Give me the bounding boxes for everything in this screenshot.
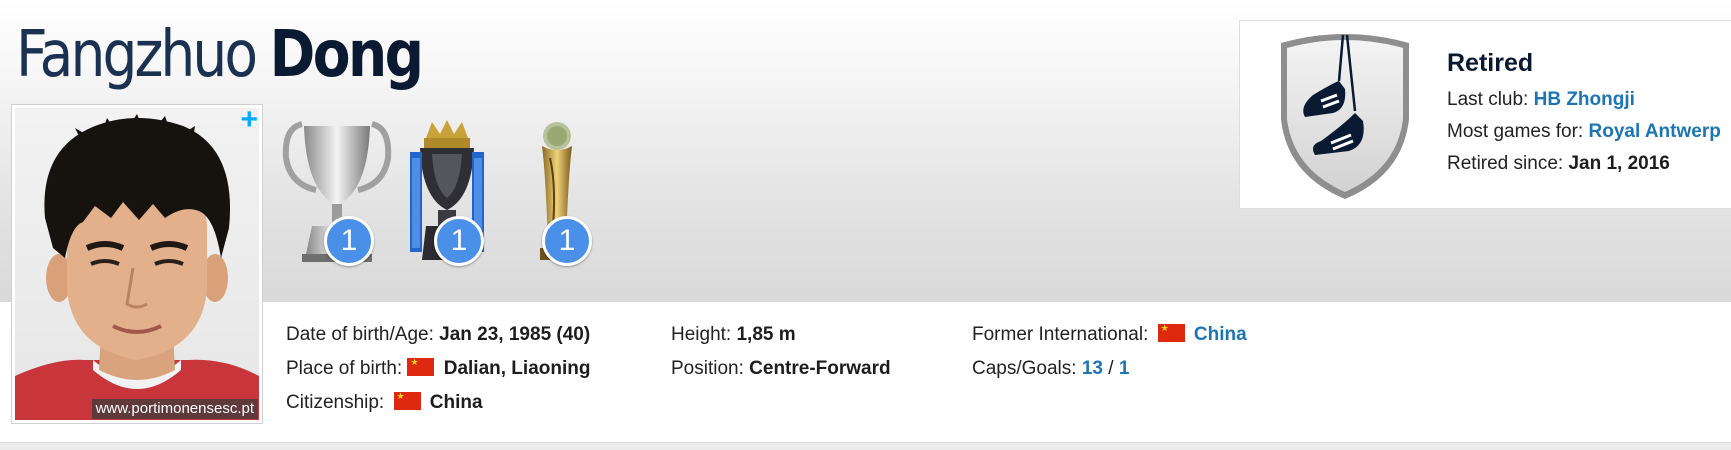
most-games-label: Most games for: xyxy=(1447,121,1584,142)
info-column-international: Former International: China Caps/Goals: … xyxy=(972,318,1247,386)
china-flag-icon xyxy=(393,390,421,410)
bottom-bar xyxy=(0,443,1731,450)
most-games-link[interactable]: Royal Antwerp xyxy=(1589,121,1721,142)
caps-link[interactable]: 13 xyxy=(1082,358,1103,379)
pob-row: Place of birth: Dalian, Liaoning xyxy=(286,352,590,386)
dob-value[interactable]: Jan 23, 1985 (40) xyxy=(439,324,590,345)
pob-label: Place of birth: xyxy=(286,358,403,379)
caps-goals-label: Caps/Goals: xyxy=(972,358,1077,379)
height-row: Height: 1,85 m xyxy=(671,318,891,352)
goals-link[interactable]: 1 xyxy=(1119,358,1130,379)
dob-row: Date of birth/Age: Jan 23, 1985 (40) xyxy=(286,318,590,352)
info-column-personal: Date of birth/Age: Jan 23, 1985 (40) Pla… xyxy=(286,318,590,420)
last-club-label: Last club: xyxy=(1447,89,1529,110)
retired-since-label: Retired since: xyxy=(1447,153,1564,174)
trophy-count-badge: 1 xyxy=(324,216,374,266)
trophy-champions-league[interactable]: 1 xyxy=(282,118,392,268)
player-name: Fangzhuo Dong xyxy=(16,14,424,96)
most-games-row: Most games for: Royal Antwerp xyxy=(1447,121,1721,143)
last-club-row: Last club: HB Zhongji xyxy=(1447,89,1635,111)
caps-goals-row: Caps/Goals: 13 / 1 xyxy=(972,352,1247,386)
trophy-club-world-cup[interactable]: 1 xyxy=(502,118,612,268)
dob-label: Date of birth/Age: xyxy=(286,324,434,345)
position-value: Centre-Forward xyxy=(749,358,891,379)
retired-since-value: Jan 1, 2016 xyxy=(1568,153,1670,174)
player-first-name: Fangzhuo xyxy=(16,18,258,92)
player-photo-image xyxy=(15,108,259,420)
status-title: Retired xyxy=(1447,49,1534,77)
height-value: 1,85 m xyxy=(736,324,796,345)
position-row: Position: Centre-Forward xyxy=(671,352,891,386)
international-row: Former International: China xyxy=(972,318,1247,352)
china-flag-icon xyxy=(407,356,435,376)
last-club-link[interactable]: HB Zhongji xyxy=(1534,89,1635,110)
trophy-premier-league[interactable]: 1 xyxy=(392,118,502,268)
citizenship-value: China xyxy=(429,392,483,413)
photo-expand-icon[interactable]: + xyxy=(240,105,258,135)
retired-since-row: Retired since: Jan 1, 2016 xyxy=(1447,153,1670,175)
trophy-count-badge: 1 xyxy=(542,216,592,266)
citizenship-row: Citizenship: China xyxy=(286,386,590,420)
citizenship-label: Citizenship: xyxy=(286,392,385,413)
position-label: Position: xyxy=(671,358,744,379)
international-label: Former International: xyxy=(972,324,1149,345)
pob-value: Dalian, Liaoning xyxy=(443,358,591,379)
international-team-link[interactable]: China xyxy=(1194,324,1247,345)
trophy-count-badge: 1 xyxy=(434,216,484,266)
china-flag-icon xyxy=(1157,322,1185,342)
player-photo[interactable]: + www.portimonensesc.pt xyxy=(11,104,263,424)
player-last-name: Dong xyxy=(269,18,424,92)
retired-boots-shield-icon xyxy=(1281,34,1409,199)
photo-credit: www.portimonensesc.pt xyxy=(91,399,258,419)
caps-goals-separator: / xyxy=(1108,358,1114,379)
info-column-physical: Height: 1,85 m Position: Centre-Forward xyxy=(671,318,891,386)
height-label: Height: xyxy=(671,324,732,345)
retired-status-card: Retired Last club: HB Zhongji Most games… xyxy=(1239,20,1731,209)
